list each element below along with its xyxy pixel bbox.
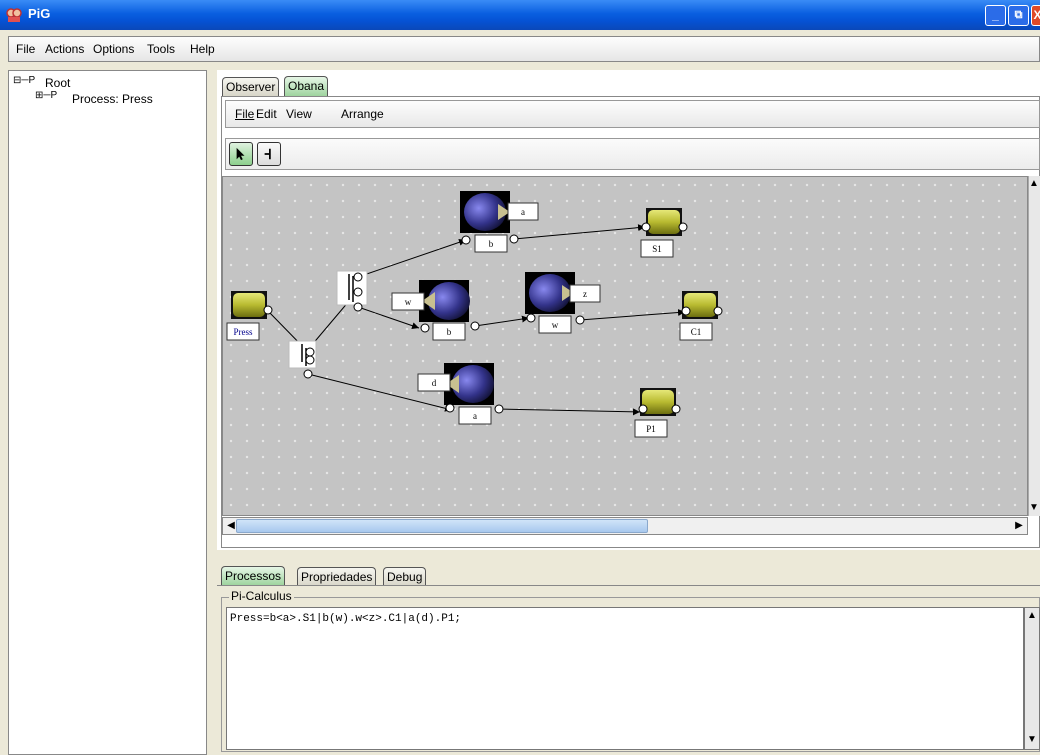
tab-processos[interactable]: Processos: [221, 566, 286, 585]
menu-bar: File Actions Options Tools Help: [8, 36, 1040, 62]
scroll-down-icon[interactable]: ▼: [1026, 734, 1038, 746]
menu-options[interactable]: Options: [93, 42, 134, 56]
editor-menu-arrange[interactable]: Arrange: [341, 107, 384, 121]
tree-root-label[interactable]: Root: [45, 76, 70, 90]
process-label-press: Press: [233, 327, 252, 337]
connector-icon: [264, 148, 271, 160]
action-node-output-z[interactable]: z w: [525, 272, 601, 334]
scroll-up-icon[interactable]: ▲: [1029, 178, 1039, 190]
process-node-s1[interactable]: S1: [640, 208, 688, 258]
pi-calculus-text-area[interactable]: Press=b<a>.S1|b(w).w<z>.C1|a(d).P1;: [226, 607, 1024, 750]
editor-menu-edit[interactable]: Edit: [256, 107, 277, 121]
select-arrow-tool[interactable]: [229, 142, 253, 166]
tab-debug[interactable]: Debug: [383, 567, 427, 586]
process-label-p1: P1: [646, 424, 656, 434]
tab-obana[interactable]: Obana: [284, 76, 329, 96]
edge-to-s1: [513, 224, 646, 240]
connect-tool[interactable]: [257, 142, 281, 166]
tree-child-toggle-icon[interactable]: ⊞─P: [35, 90, 57, 101]
menu-file[interactable]: File: [16, 42, 35, 56]
pi-calculus-scrollbar[interactable]: ▲ ▼: [1024, 607, 1040, 750]
window-title: PiG: [28, 6, 51, 21]
scroll-down-icon[interactable]: ▼: [1029, 502, 1039, 514]
process-label-c1: C1: [691, 327, 702, 337]
maximize-button[interactable]: ⧉: [1008, 5, 1029, 26]
vertical-splitter[interactable]: [209, 70, 217, 755]
channel-label-mid-in-name: w: [405, 297, 412, 307]
cursor-arrow-icon: [236, 147, 245, 161]
parallel-node-1[interactable]: [288, 340, 317, 379]
channel-label-bot-in: a: [473, 411, 477, 421]
minimize-button[interactable]: _: [985, 5, 1006, 26]
action-node-output-a[interactable]: a b: [460, 191, 539, 253]
horizontal-scroll-thumb[interactable]: [236, 519, 648, 533]
edge-to-c1: [579, 309, 686, 321]
scroll-right-icon[interactable]: ▶: [1013, 520, 1025, 532]
diagram-svg: Press a b S1 w b z w C1 d a P1: [226, 191, 723, 438]
tab-propriedades[interactable]: Propriedades: [297, 567, 377, 586]
channel-label-mid-in: b: [447, 327, 452, 337]
tool-bar: [225, 138, 1040, 170]
action-node-input-d[interactable]: d a: [417, 363, 504, 425]
edge-to-p1: [498, 408, 641, 416]
canvas-vertical-scrollbar[interactable]: ▲ ▼: [1028, 176, 1040, 516]
process-node-press[interactable]: Press: [226, 291, 273, 341]
horizontal-splitter[interactable]: [217, 550, 1040, 560]
process-label-s1: S1: [652, 244, 662, 254]
action-node-input-w[interactable]: w b: [391, 280, 480, 341]
tab-observer[interactable]: Observer: [222, 77, 280, 96]
pi-calculus-legend: Pi-Calculus: [229, 589, 294, 603]
channel-label-mid2-out: z: [583, 289, 587, 299]
scroll-up-icon[interactable]: ▲: [1026, 610, 1038, 622]
title-bar: PiG _ ⧉ X: [0, 0, 1040, 30]
process-tree: ⊟─P Root ⊞─P Process: Press: [8, 70, 207, 755]
close-button[interactable]: X: [1031, 5, 1040, 26]
edge-par2-to-b-output: [357, 238, 467, 278]
app-logo-icon: [6, 8, 22, 22]
channel-label-top-in: b: [489, 239, 494, 249]
diagram-canvas[interactable]: Press a b S1 w b z w C1 d a P1: [222, 176, 1028, 516]
process-node-p1[interactable]: P1: [634, 388, 681, 438]
edge-to-w-output: [474, 315, 530, 327]
channel-label-mid2-in: w: [552, 320, 559, 330]
tree-root-toggle-icon[interactable]: ⊟─P: [13, 75, 35, 86]
parallel-node-2[interactable]: [336, 270, 368, 312]
editor-menu-file[interactable]: File: [235, 107, 254, 121]
editor-menu-view[interactable]: View: [286, 107, 312, 121]
editor-menu-bar: File Edit View Arrange: [225, 100, 1040, 128]
tree-item-process-press[interactable]: Process: Press: [72, 92, 153, 106]
channel-label-bot-in-name: d: [432, 378, 437, 388]
channel-label-top-out: a: [521, 207, 525, 217]
tab-divider: [217, 585, 1040, 586]
menu-help[interactable]: Help: [190, 42, 215, 56]
menu-actions[interactable]: Actions: [45, 42, 84, 56]
menu-tools[interactable]: Tools: [147, 42, 175, 56]
process-node-c1[interactable]: C1: [679, 291, 723, 341]
